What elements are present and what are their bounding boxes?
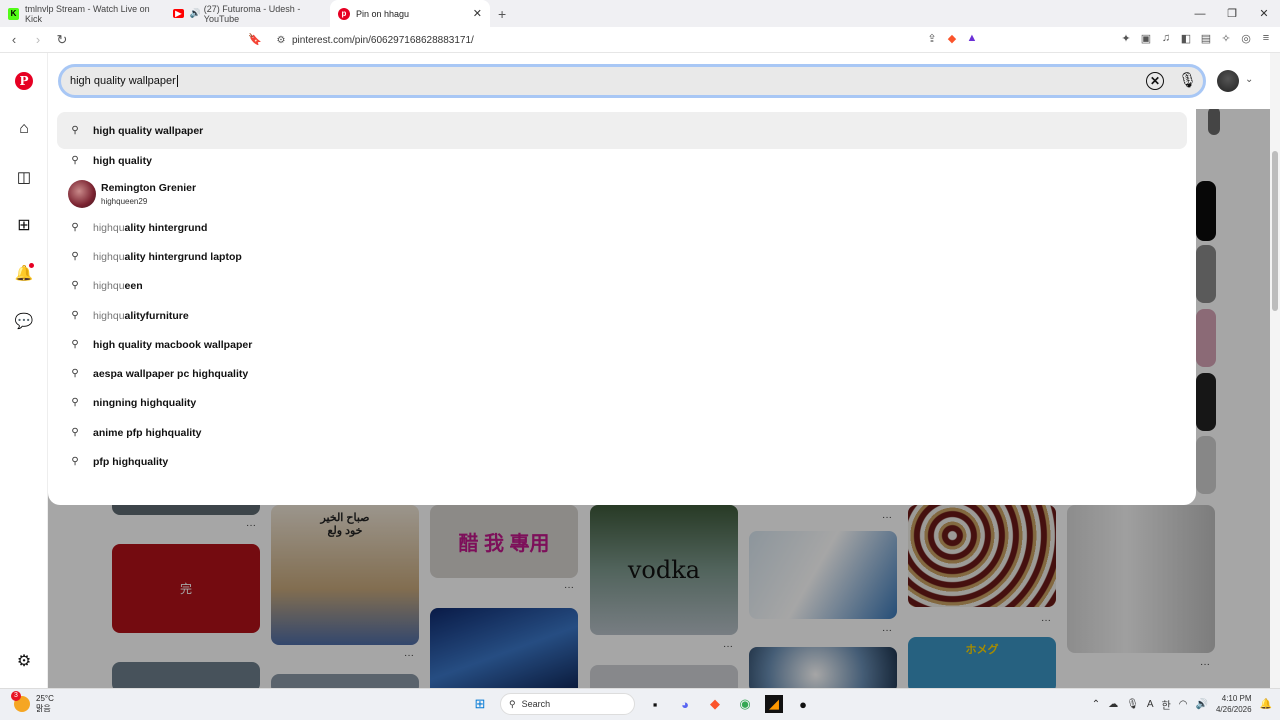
search-icon: ⚲ [71,397,79,408]
pinterest-logo-icon: P [15,72,33,90]
suggestion-item[interactable]: ⚲ high quality wallpaper [57,112,1187,149]
settings-icon[interactable]: ⚙ [12,649,36,673]
kick-icon: K [8,7,19,20]
speaker-icon: 🔊 [189,8,201,18]
site-info-icon[interactable]: ⚙ [270,35,292,46]
window-controls: — ❐ ✕ [1184,0,1280,27]
media-icon[interactable]: ♫ [1158,32,1174,45]
windows-start-icon[interactable]: ⊞ [470,694,490,714]
wifi-icon[interactable]: ◠ [1179,699,1188,710]
page-scrollbar[interactable] [1270,53,1280,688]
search-icon: ⚲ [71,310,79,321]
tab-pinterest[interactable]: p Pin on hhagu ✕ [330,0,490,27]
search-icon: ⚲ [71,155,79,166]
brave-shields-icon[interactable]: ◆ [944,32,960,45]
chevron-down-icon[interactable]: ⌄ [1245,74,1253,85]
taskbar-search[interactable]: ⚲ Search [500,693,635,715]
scrollbar-thumb[interactable] [1272,151,1278,311]
messages-icon[interactable]: 💬 [12,309,36,333]
discord-icon[interactable]: ◕ [675,694,695,714]
search-icon: ⚲ [71,368,79,379]
reload-button[interactable]: ↻ [52,32,72,48]
tab-bar: K tmlnvlp Stream - Watch Live on Kick ▶ … [0,0,1280,27]
search-icon: ⚲ [71,125,79,136]
search-icon: ⚲ [71,339,79,350]
close-window-button[interactable]: ✕ [1248,7,1280,20]
home-icon[interactable]: ⌂ [12,117,36,141]
sun-icon: 3 [11,691,30,712]
search-icon: ⚲ [71,456,79,467]
minimize-button[interactable]: — [1184,8,1216,20]
microphone-icon[interactable]: 🎙 [1126,699,1139,710]
forward-button[interactable]: › [28,32,48,47]
suggestion-item[interactable]: ⚲ high quality [57,146,1187,175]
suggestion-item[interactable]: ⚲ highqu ality hintergrund [57,213,1187,242]
pinterest-sidebar: P ⌂ ◫ ⊞ 🔔 💬 ⚙ [0,53,48,688]
menu-icon[interactable]: ≡ [1258,32,1274,45]
sidebar-icon[interactable]: ◧ [1178,32,1194,45]
extensions-icon[interactable]: ✦ [1118,32,1134,45]
text-caret [176,75,178,87]
clock[interactable]: 4:10 PM 4/26/2026 [1216,693,1252,715]
tab-kick[interactable]: K tmlnvlp Stream - Watch Live on Kick [0,0,165,27]
wallet-icon[interactable]: ▤ [1198,32,1214,45]
obs-icon[interactable]: ● [793,694,813,714]
suggestion-item[interactable]: ⚲ highqu een [57,271,1187,300]
url-field[interactable]: ⚙ pinterest.com/pin/606297168628883171/ [270,31,990,49]
restore-button[interactable]: ❐ [1216,7,1248,20]
suggestion-item[interactable]: ⚲ pfp highquality [57,447,1187,476]
suggestion-item[interactable]: ⚲ highqu ality hintergrund laptop [57,242,1187,271]
explore-icon[interactable]: ◫ [12,165,36,189]
windows-taskbar: 3 25°C 맑음 ⊞ ⚲ Search ▪ ◕ ◆ ◉ ◢ ● ⌃ ☁ 🎙 A 한… [0,688,1280,720]
notification-center-icon[interactable]: 🔔 [1260,699,1272,710]
create-icon[interactable]: ⊞ [12,213,36,237]
tab-youtube[interactable]: ▶ 🔊 (27) Futuroma - Udesh - YouTube [165,0,330,27]
notification-dot [29,263,34,268]
suggestion-item[interactable]: ⚲ anime pfp highquality [57,418,1187,447]
suggestion-item[interactable]: ⚲ high quality macbook wallpaper [57,330,1187,359]
microphone-icon[interactable]: 🎙 [1178,71,1197,89]
chrome-icon[interactable]: ◉ [735,694,755,714]
address-bar: ‹ › ↻ 🔖 ⚙ pinterest.com/pin/606297168628… [0,27,1280,53]
search-icon: ⚲ [509,698,516,709]
search-icon: ⚲ [71,280,79,291]
suggestion-item[interactable]: ⚲ aespa wallpaper pc highquality [57,359,1187,388]
pinterest-logo[interactable]: P [12,69,36,93]
korean-ime-icon[interactable]: 한 [1162,697,1171,712]
file-explorer-icon[interactable]: ▪ [645,694,665,714]
avatar[interactable] [1217,70,1239,92]
vpn-icon[interactable]: ◎ [1238,32,1254,45]
back-button[interactable]: ‹ [4,32,24,47]
search-input[interactable]: high quality wallpaper [58,64,1206,98]
clear-search-icon[interactable]: ✕ [1146,72,1164,90]
youtube-icon: ▶ [173,9,184,18]
volume-icon[interactable]: 🔊 [1196,699,1208,710]
toolbar-icons: ✦ ▣ ♫ ◧ ▤ ✧ ◎ ≡ [1118,32,1274,45]
brave-rewards-icon[interactable]: ▲ [964,32,980,45]
search-icon: ⚲ [71,251,79,262]
url-actions: ⇪ ◆ ▲ [924,32,980,45]
tray-overflow-icon[interactable]: ⌃ [1092,699,1100,710]
search-icon: ⚲ [71,222,79,233]
search-icon: ⚲ [71,427,79,438]
pinterest-icon: p [338,7,350,20]
suggestion-item[interactable]: ⚲ highqu alityfurniture [57,301,1187,330]
app-icon[interactable]: ◢ [765,695,783,713]
bookmark-icon[interactable]: 🔖 [248,33,262,46]
tab-search-icon[interactable]: ▣ [1138,32,1154,45]
close-tab-icon[interactable]: ✕ [473,7,482,20]
suggestion-item[interactable]: ⚲ ningning highquality [57,388,1187,417]
taskbar-apps: ⊞ ⚲ Search ▪ ◕ ◆ ◉ ◢ ● [470,693,813,715]
onedrive-icon[interactable]: ☁ [1108,699,1118,710]
share-icon[interactable]: ⇪ [924,32,940,45]
system-tray: ⌃ ☁ 🎙 A 한 ◠ 🔊 4:10 PM 4/26/2026 🔔 [1092,693,1272,715]
new-tab-button[interactable]: + [498,6,506,22]
profile-avatar [68,180,96,208]
weather-widget[interactable]: 3 25°C 맑음 [11,691,54,714]
profile-suggestion[interactable]: Remington Grenier highqueen29 [68,180,196,208]
ime-icon[interactable]: A [1147,699,1154,710]
notifications-icon[interactable]: 🔔 [12,261,36,285]
leo-ai-icon[interactable]: ✧ [1218,32,1234,45]
brave-icon[interactable]: ◆ [705,694,725,714]
